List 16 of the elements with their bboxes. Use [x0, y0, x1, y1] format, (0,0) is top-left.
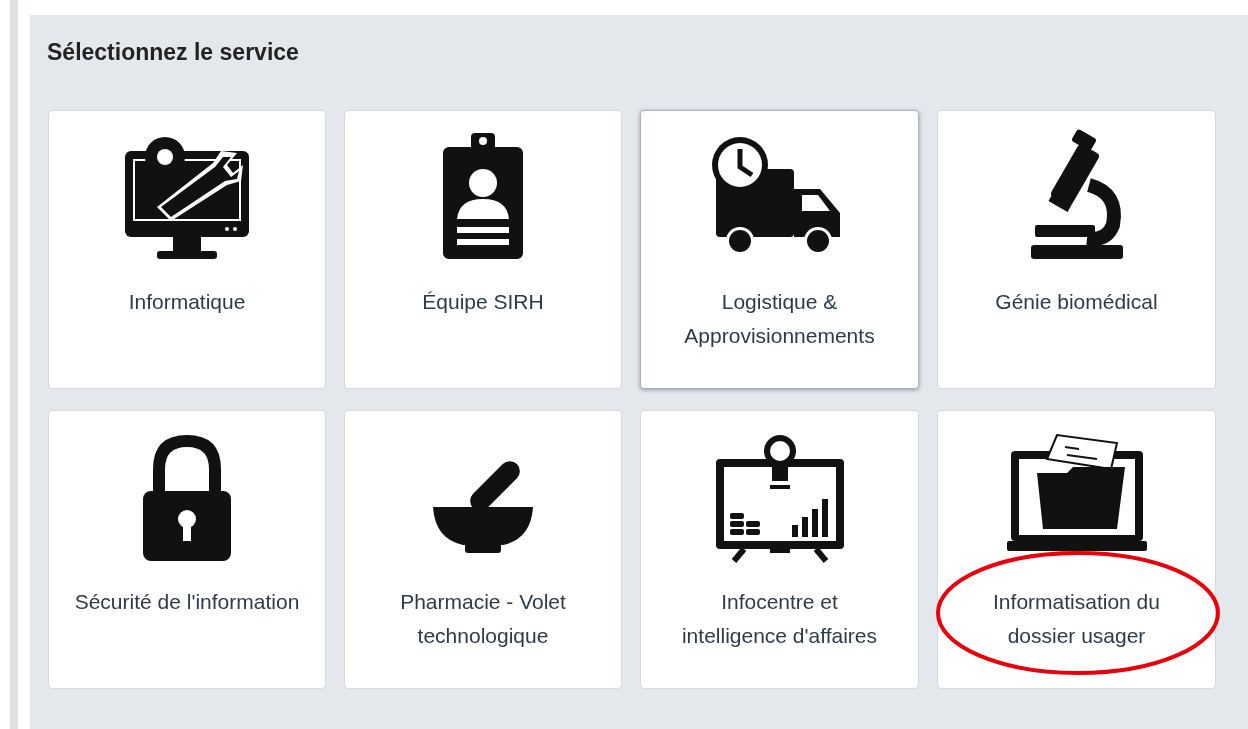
service-label: Informatisation du dossier usager — [992, 589, 1161, 649]
service-label: Informatique — [127, 289, 247, 315]
section-heading: Sélectionnez le service — [47, 38, 299, 67]
service-tile[interactable]: Génie biomédical — [937, 110, 1216, 389]
service-label: Génie biomédical — [994, 289, 1159, 315]
service-tile[interactable]: Sécurité de l'information — [48, 410, 326, 689]
service-tile[interactable]: Équipe SIRH — [344, 110, 622, 389]
service-label: Sécurité de l'information — [74, 589, 300, 615]
service-label: Logistique & Approvisionnements — [683, 289, 876, 349]
service-label: Infocentre et intelligence d'affaires — [680, 589, 879, 649]
service-tile[interactable]: Infocentre et intelligence d'affaires — [640, 410, 919, 689]
service-tile[interactable]: Informatique — [48, 110, 326, 389]
service-label: Équipe SIRH — [421, 289, 545, 315]
service-tile[interactable]: Logistique & Approvisionnements — [640, 110, 919, 389]
service-tile[interactable]: Pharmacie - Volet technologique — [344, 410, 622, 689]
service-label: Pharmacie - Volet technologique — [399, 589, 567, 649]
